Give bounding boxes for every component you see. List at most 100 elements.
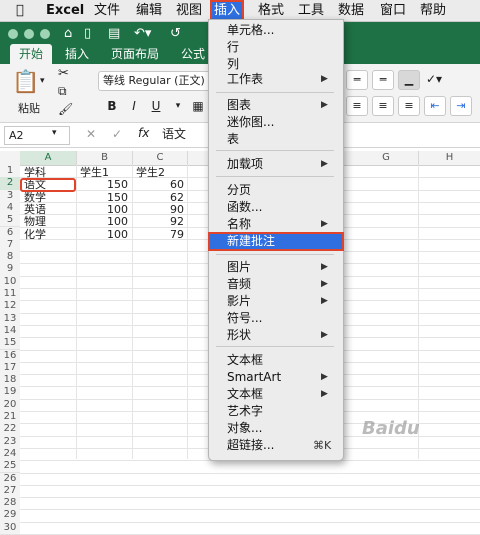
save-icon[interactable]: ▤: [108, 26, 120, 41]
underline-dropdown-icon[interactable]: ▾: [170, 97, 186, 115]
menu-item[interactable]: 迷你图...: [209, 114, 343, 131]
cell-c1[interactable]: 学生2: [136, 166, 165, 179]
row-header[interactable]: 23: [0, 435, 20, 449]
align-bottom-button[interactable]: ▁: [398, 70, 420, 90]
menu-item[interactable]: 文本框: [209, 352, 343, 369]
home-icon[interactable]: ⌂: [64, 26, 72, 41]
menu-item[interactable]: 形状 ▶: [209, 327, 343, 344]
minimize-window-button[interactable]: [24, 29, 34, 39]
table-cell[interactable]: 79: [144, 228, 184, 241]
menu-tools[interactable]: 工具: [298, 0, 324, 21]
zoom-window-button[interactable]: [40, 29, 50, 39]
app-menu[interactable]: Excel: [46, 0, 84, 21]
row-header[interactable]: 21: [0, 411, 20, 425]
row-header[interactable]: 11: [0, 288, 20, 302]
row-header[interactable]: 24: [0, 447, 20, 462]
bold-button[interactable]: B: [104, 97, 120, 115]
name-box-dropdown-icon[interactable]: ▾: [52, 128, 57, 138]
table-cell[interactable]: 150: [88, 191, 128, 204]
tab-home[interactable]: 开始: [10, 44, 53, 64]
row-header[interactable]: 26: [0, 472, 20, 486]
name-box[interactable]: A2: [4, 126, 70, 145]
orientation-icon[interactable]: ✓▾: [426, 72, 442, 86]
row-header[interactable]: 1: [0, 165, 20, 179]
formula-input[interactable]: 语文: [162, 126, 186, 143]
align-top-button[interactable]: ═: [346, 70, 368, 90]
menu-item[interactable]: 音频 ▶: [209, 276, 343, 293]
font-name-select[interactable]: 等线 Regular (正文): [98, 71, 212, 91]
align-middle-button[interactable]: ═: [372, 70, 394, 90]
row-header[interactable]: 30: [0, 521, 20, 535]
menu-item[interactable]: 文本框 ▶: [209, 386, 343, 403]
tab-page-layout[interactable]: 页面布局: [102, 44, 168, 64]
decrease-indent-button[interactable]: ⇤: [424, 96, 446, 116]
column-header-h[interactable]: H: [419, 151, 480, 165]
column-header-b[interactable]: B: [77, 151, 133, 165]
row-header[interactable]: 16: [0, 349, 20, 363]
row-header[interactable]: 15: [0, 337, 20, 351]
column-header-g[interactable]: G: [354, 151, 419, 165]
table-cell[interactable]: 物理: [24, 215, 46, 228]
menu-help[interactable]: 帮助: [420, 0, 446, 21]
apple-icon[interactable]: : [16, 0, 24, 21]
menu-item[interactable]: 图片 ▶: [209, 259, 343, 276]
copy-icon[interactable]: ⧉: [58, 84, 67, 99]
row-header[interactable]: 19: [0, 386, 20, 400]
paste-dropdown-icon[interactable]: ▾: [40, 76, 45, 86]
table-cell[interactable]: 62: [144, 191, 184, 204]
menu-item[interactable]: 函数...: [209, 199, 343, 216]
row-header[interactable]: 2: [0, 177, 20, 191]
menu-data[interactable]: 数据: [338, 0, 364, 21]
format-painter-icon[interactable]: 🖌: [58, 102, 73, 116]
row-header[interactable]: 6: [0, 226, 20, 240]
row-header[interactable]: 20: [0, 398, 20, 412]
menu-insert[interactable]: 插入: [210, 0, 245, 21]
align-center-button[interactable]: ≡: [372, 96, 394, 116]
row-header[interactable]: 17: [0, 361, 20, 376]
row-header[interactable]: 5: [0, 214, 20, 228]
underline-button[interactable]: U: [148, 97, 164, 115]
row-header[interactable]: 9: [0, 263, 20, 277]
menu-item[interactable]: 图表 ▶: [209, 97, 343, 114]
table-cell[interactable]: 100: [88, 228, 128, 241]
row-header[interactable]: 27: [0, 484, 20, 499]
menu-item[interactable]: 名称 ▶: [209, 216, 343, 233]
menu-file[interactable]: 文件: [94, 0, 120, 21]
table-cell[interactable]: 92: [144, 215, 184, 228]
menu-item[interactable]: 单元格...: [209, 22, 343, 39]
align-left-button[interactable]: ≡: [346, 96, 368, 116]
cell-b1[interactable]: 学生1: [80, 166, 109, 179]
menu-item[interactable]: 符号...: [209, 310, 343, 327]
row-header[interactable]: 13: [0, 312, 20, 326]
menu-view[interactable]: 视图: [176, 0, 202, 21]
row-header[interactable]: 22: [0, 423, 20, 437]
column-header-a[interactable]: A: [20, 151, 77, 165]
menu-format[interactable]: 格式: [258, 0, 284, 21]
menu-item[interactable]: 工作表 ▶: [209, 71, 343, 88]
menu-item[interactable]: 加载项 ▶: [209, 156, 343, 173]
row-header[interactable]: 25: [0, 460, 20, 474]
table-cell[interactable]: 150: [88, 178, 128, 191]
menu-item[interactable]: 行: [209, 39, 343, 56]
cut-icon[interactable]: ✂: [58, 66, 69, 81]
border-icon[interactable]: ▦: [190, 97, 206, 115]
table-cell[interactable]: 100: [88, 203, 128, 216]
menu-item[interactable]: 超链接... ⌘K: [209, 437, 343, 454]
table-cell[interactable]: 数学: [24, 191, 46, 204]
menu-item[interactable]: 艺术字: [209, 403, 343, 420]
menu-window[interactable]: 窗口: [380, 0, 406, 21]
row-header[interactable]: 29: [0, 509, 20, 523]
menu-item[interactable]: 对象...: [209, 420, 343, 437]
undo-icon[interactable]: ↶▾: [134, 26, 151, 41]
row-header[interactable]: 10: [0, 275, 20, 289]
row-header[interactable]: 12: [0, 300, 20, 314]
row-header[interactable]: 8: [0, 251, 20, 265]
row-header[interactable]: 28: [0, 497, 20, 511]
row-header[interactable]: 14: [0, 324, 20, 339]
row-header[interactable]: 3: [0, 189, 20, 203]
align-right-button[interactable]: ≡: [398, 96, 420, 116]
confirm-icon[interactable]: ✓: [112, 127, 122, 141]
italic-button[interactable]: I: [126, 97, 142, 115]
paste-icon[interactable]: 📋: [12, 70, 39, 95]
redo-icon[interactable]: ↺: [170, 26, 181, 41]
